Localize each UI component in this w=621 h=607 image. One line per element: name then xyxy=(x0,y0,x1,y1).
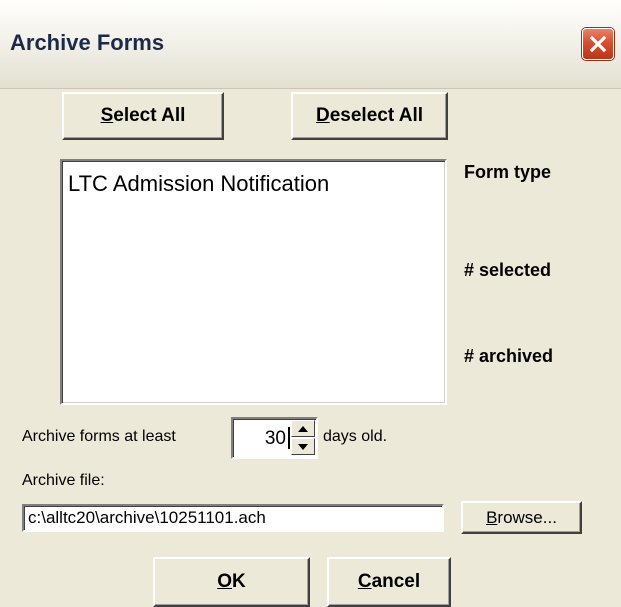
browse-mnemonic: B xyxy=(486,507,498,527)
ok-mnemonic: O xyxy=(217,571,233,592)
spin-up-button[interactable] xyxy=(291,420,315,437)
arrow-down-icon xyxy=(298,443,308,450)
deselect-all-button[interactable]: Deselect All xyxy=(291,92,448,140)
archived-count-label: # archived xyxy=(464,346,554,366)
browse-label: rowse... xyxy=(497,507,557,527)
cancel-mnemonic: C xyxy=(357,571,372,592)
cancel-label: ancel xyxy=(371,571,421,592)
select-all-label: elect All xyxy=(113,105,186,126)
arrow-up-icon xyxy=(298,425,308,432)
text-caret xyxy=(288,427,290,449)
form-type-listbox[interactable]: LTC Admission Notification xyxy=(60,159,447,405)
select-all-mnemonic: S xyxy=(100,105,114,126)
deselect-all-label: eselect All xyxy=(329,105,424,126)
close-button[interactable] xyxy=(582,28,614,60)
selected-count-label: # selected xyxy=(464,260,552,280)
close-x-icon xyxy=(589,35,607,53)
cancel-button[interactable]: Cancel xyxy=(327,557,451,607)
ok-button[interactable]: OK xyxy=(153,557,310,607)
archive-file-label: Archive file: xyxy=(22,472,105,489)
ok-label: K xyxy=(232,571,246,592)
archive-file-input[interactable] xyxy=(22,504,444,532)
deselect-all-mnemonic: D xyxy=(315,105,330,126)
form-type-label: Form type xyxy=(464,162,552,182)
select-all-button[interactable]: Select All xyxy=(62,92,224,140)
days-old-label: days old. xyxy=(323,428,388,445)
list-item[interactable]: LTC Admission Notification xyxy=(68,171,329,197)
title-bar[interactable]: Archive Forms xyxy=(0,0,621,89)
window-title: Archive Forms xyxy=(10,30,165,55)
browse-button[interactable]: Browse... xyxy=(461,501,582,534)
days-old-value[interactable]: 30 xyxy=(237,428,286,450)
days-old-stepper[interactable]: 30 xyxy=(231,417,318,459)
archive-age-label: Archive forms at least xyxy=(22,428,176,445)
spin-down-button[interactable] xyxy=(291,438,315,455)
